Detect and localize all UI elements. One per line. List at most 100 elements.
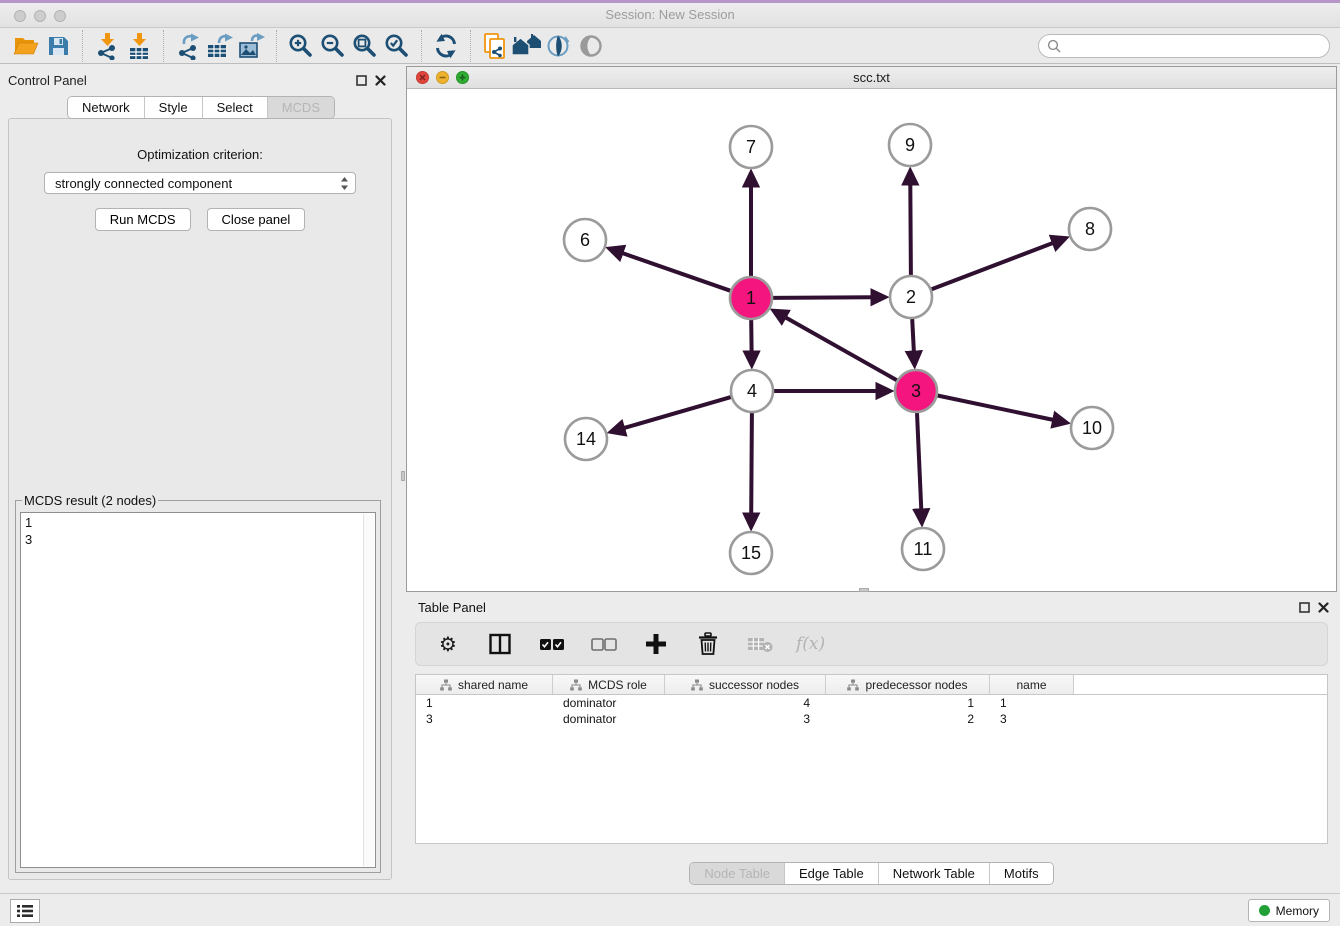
column-header-predecessor-nodes[interactable]: predecessor nodes xyxy=(826,675,990,694)
zoom-selected-icon[interactable] xyxy=(381,30,413,62)
mcds-panel: Optimization criterion: strongly connect… xyxy=(8,118,392,880)
close-view-icon[interactable] xyxy=(416,71,429,84)
toolbar-separator xyxy=(421,30,422,62)
toolbar-separator xyxy=(470,30,471,62)
column-header-mcds-role[interactable]: MCDS role xyxy=(553,675,665,694)
import-table-icon[interactable] xyxy=(123,30,155,62)
cell-predecessor-nodes: 2 xyxy=(826,712,990,726)
graph-node-label: 6 xyxy=(580,230,590,250)
memory-button[interactable]: Memory xyxy=(1248,899,1330,922)
add-column-icon[interactable] xyxy=(640,628,672,660)
float-table-panel-icon[interactable] xyxy=(1299,602,1310,613)
optimization-criterion-select[interactable]: strongly connected component xyxy=(44,172,356,194)
graph-edge-1-6[interactable] xyxy=(622,253,730,291)
function-builder-icon[interactable]: f(x) xyxy=(796,634,825,654)
search-field[interactable] xyxy=(1038,34,1330,58)
app-titlebar: Session: New Session xyxy=(0,3,1340,28)
graph-edge-3-10[interactable] xyxy=(938,396,1054,421)
open-session-icon[interactable] xyxy=(10,30,42,62)
cell-name: 3 xyxy=(990,712,1074,726)
tab-node-table[interactable]: Node Table xyxy=(690,863,784,884)
table-panel-title: Table Panel xyxy=(418,600,486,615)
maximize-view-icon[interactable] xyxy=(456,71,469,84)
control-panel: Control Panel Network Style Select MCDS … xyxy=(8,70,394,880)
control-panel-tabs: Network Style Select MCDS xyxy=(67,96,335,119)
task-history-button[interactable] xyxy=(10,899,40,923)
network-graph[interactable]: 7968124314101511 xyxy=(407,89,1336,591)
run-mcds-button[interactable]: Run MCDS xyxy=(95,208,191,231)
network-canvas[interactable]: 7968124314101511 xyxy=(407,89,1336,591)
search-input[interactable] xyxy=(1065,37,1321,55)
graph-edge-4-15[interactable] xyxy=(751,413,752,514)
close-panel-icon[interactable] xyxy=(375,75,386,86)
cell-name: 1 xyxy=(990,696,1074,710)
graph-edge-2-9[interactable] xyxy=(910,184,911,275)
splitter-handle[interactable] xyxy=(401,471,405,481)
delete-icon[interactable] xyxy=(692,628,724,660)
criterion-value: strongly connected component xyxy=(55,176,340,191)
tab-network[interactable]: Network xyxy=(68,97,144,118)
tab-style[interactable]: Style xyxy=(144,97,202,118)
zoom-out-icon[interactable] xyxy=(317,30,349,62)
tab-motifs[interactable]: Motifs xyxy=(989,863,1053,884)
close-panel-button[interactable]: Close panel xyxy=(207,208,306,231)
cell-shared-name: 3 xyxy=(416,712,553,726)
select-all-icon[interactable] xyxy=(536,628,568,660)
graph-edge-2-8[interactable] xyxy=(932,243,1054,289)
graph-node-label: 8 xyxy=(1085,219,1095,239)
graph-edge-1-2[interactable] xyxy=(773,297,872,298)
node-table: shared name MCDS role successor nodes pr… xyxy=(415,674,1328,844)
column-header-successor-nodes[interactable]: successor nodes xyxy=(665,675,826,694)
column-header-shared-name[interactable]: shared name xyxy=(416,675,553,694)
result-scrollbar[interactable] xyxy=(363,514,374,866)
column-settings-icon[interactable] xyxy=(484,628,516,660)
graph-node-label: 3 xyxy=(911,381,921,401)
zoom-in-icon[interactable] xyxy=(285,30,317,62)
cell-mcds-role: dominator xyxy=(553,712,665,726)
window-resize-handle[interactable] xyxy=(859,588,869,592)
table-tabs: Node Table Edge Table Network Table Moti… xyxy=(689,862,1053,885)
graph-node-label: 9 xyxy=(905,135,915,155)
graph-node-label: 10 xyxy=(1082,418,1102,438)
float-panel-icon[interactable] xyxy=(356,75,367,86)
zoom-fit-icon[interactable] xyxy=(349,30,381,62)
tab-edge-table[interactable]: Edge Table xyxy=(784,863,878,884)
graph-edge-2-3[interactable] xyxy=(912,319,914,352)
table-row[interactable]: 3 dominator 3 2 3 xyxy=(416,711,1327,727)
graph-edge-4-14[interactable] xyxy=(624,397,731,428)
result-line: 1 xyxy=(25,514,371,531)
refresh-icon[interactable] xyxy=(430,30,462,62)
duplicate-network-icon[interactable] xyxy=(479,30,511,62)
graph-node-label: 7 xyxy=(746,137,756,157)
mcds-result-legend: MCDS result (2 nodes) xyxy=(22,493,158,508)
attribute-tree-icon xyxy=(440,679,452,691)
import-network-icon[interactable] xyxy=(91,30,123,62)
status-bar: Memory xyxy=(0,893,1340,926)
visual-style-icon[interactable] xyxy=(543,30,575,62)
save-session-icon[interactable] xyxy=(42,30,74,62)
graph-node-label: 4 xyxy=(747,381,757,401)
result-line: 3 xyxy=(25,531,371,548)
table-row[interactable]: 1 dominator 4 1 1 xyxy=(416,695,1327,711)
list-icon xyxy=(16,904,34,918)
delete-table-icon[interactable] xyxy=(744,628,776,660)
eye-icon[interactable] xyxy=(575,30,607,62)
graph-edge-3-1[interactable] xyxy=(785,317,897,380)
deselect-all-icon[interactable] xyxy=(588,628,620,660)
table-toolbar: ⚙ f(x) xyxy=(415,622,1328,666)
mcds-result-text[interactable]: 1 3 xyxy=(20,512,376,868)
search-icon xyxy=(1047,39,1061,53)
home-icon[interactable] xyxy=(511,30,543,62)
tab-select[interactable]: Select xyxy=(202,97,267,118)
export-network-icon[interactable] xyxy=(172,30,204,62)
tab-mcds[interactable]: MCDS xyxy=(267,97,334,118)
minimize-view-icon[interactable] xyxy=(436,71,449,84)
close-table-panel-icon[interactable] xyxy=(1318,602,1329,613)
graph-edge-3-11[interactable] xyxy=(917,413,921,510)
gear-icon[interactable]: ⚙ xyxy=(432,628,464,660)
export-table-icon[interactable] xyxy=(204,30,236,62)
tab-network-table[interactable]: Network Table xyxy=(878,863,989,884)
column-header-name[interactable]: name xyxy=(990,675,1074,694)
export-image-icon[interactable] xyxy=(236,30,268,62)
network-window-titlebar[interactable]: scc.txt xyxy=(407,67,1336,89)
